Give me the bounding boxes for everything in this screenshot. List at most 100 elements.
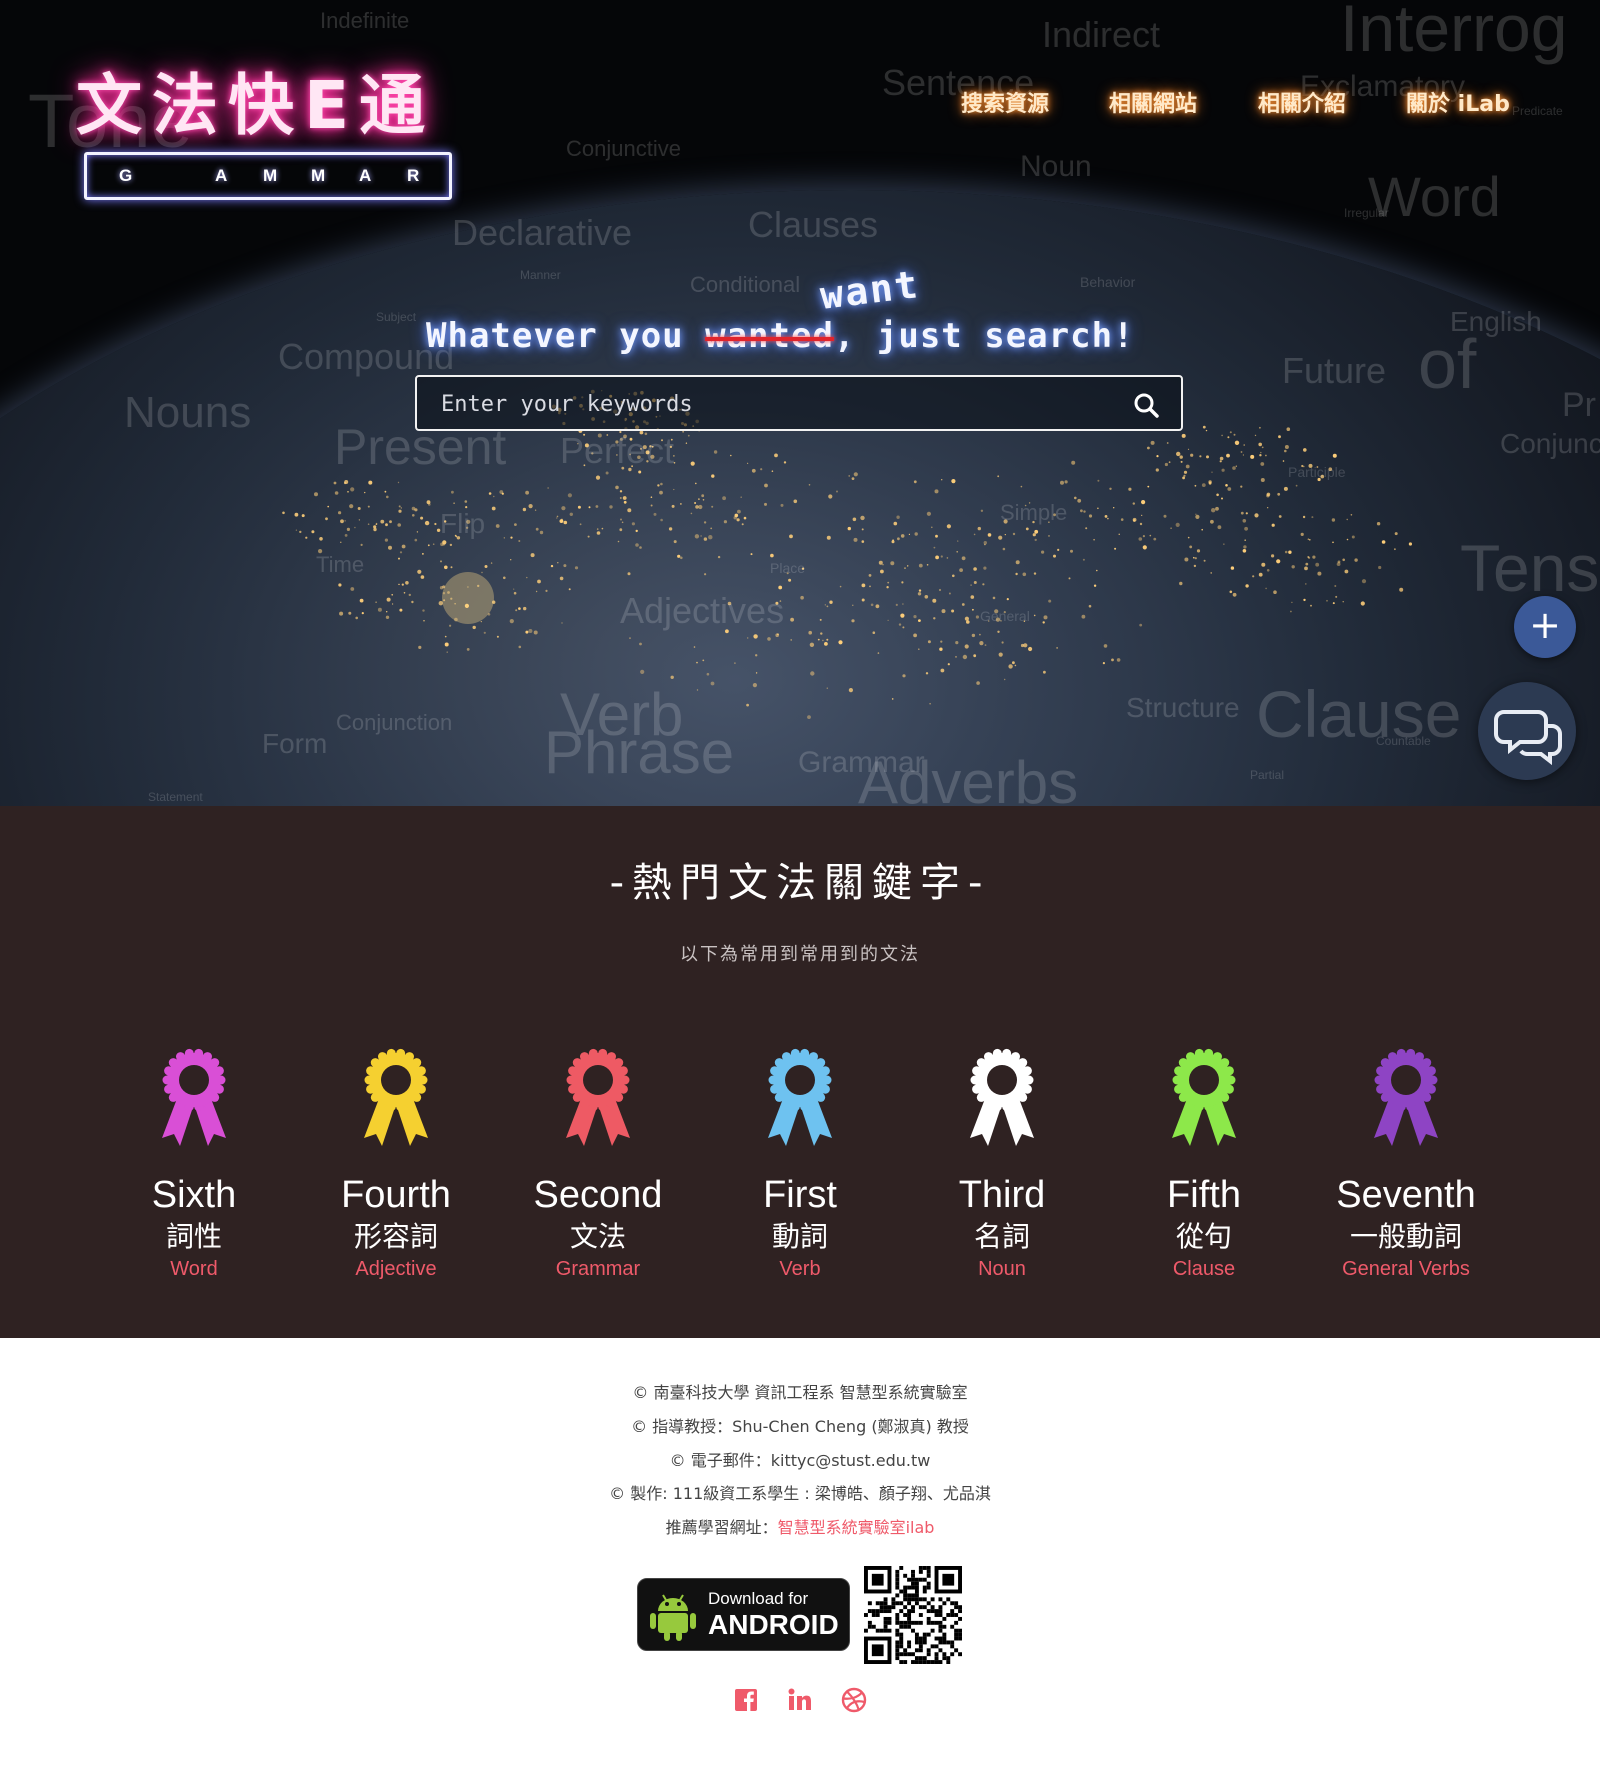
background-word: Conjunc <box>1500 428 1600 459</box>
site-logo-title[interactable]: 文法快E通 <box>76 52 435 148</box>
tagline-struck-word: wanted <box>705 316 834 356</box>
background-word: Phrase <box>544 719 735 786</box>
nav-related-sites[interactable]: 相關網站 <box>1109 86 1197 118</box>
award-ribbon-icon <box>1172 1048 1236 1146</box>
background-word: Place <box>770 560 806 576</box>
background-word: Clauses <box>748 204 879 245</box>
recommend-label: 推薦學習網址： <box>665 1518 778 1537</box>
keyword-rank: Second <box>533 1174 663 1216</box>
background-word: Conjunction <box>336 710 453 735</box>
keyword-item[interactable]: Third 名詞 Noun <box>902 1044 1102 1282</box>
award-ribbon-icon <box>566 1048 630 1146</box>
keyword-chinese: 動詞 <box>771 1220 828 1253</box>
tagline-after: , just search! <box>833 316 1135 356</box>
background-word: Subject <box>376 310 417 324</box>
search-icon[interactable] <box>1133 392 1159 418</box>
keyword-english: Word <box>170 1258 218 1280</box>
background-word: Indefinite <box>320 8 410 33</box>
keyword-item[interactable]: Sixth 詞性 Word <box>94 1044 294 1282</box>
tagline-before: Whatever you <box>426 316 706 356</box>
keyword-chinese: 文法 <box>569 1220 626 1253</box>
footer-authors: © 製作: 111級資工系學生 : 梁博皓、顏子翔、尤品淇 <box>609 1484 991 1503</box>
background-word: General <box>980 608 1030 624</box>
logo-letter: G <box>119 166 133 185</box>
keyword-english: Adjective <box>355 1258 437 1280</box>
background-word: Indirect <box>1042 14 1161 55</box>
keyword-english: General Verbs <box>1342 1258 1470 1280</box>
background-word: Participle <box>1288 464 1346 480</box>
keyword-item[interactable]: Second 文法 Grammar <box>498 1044 698 1282</box>
logo-letter: A <box>215 166 228 185</box>
background-word: Declarative <box>452 212 633 253</box>
keyword-item[interactable]: Seventh 一般動詞 General Verbs <box>1306 1044 1506 1282</box>
background-word: Pr <box>1562 386 1596 424</box>
background-word: Noun <box>1020 150 1092 183</box>
keyword-rank: First <box>763 1174 837 1216</box>
chat-button[interactable] <box>1478 682 1576 780</box>
keyword-item[interactable]: Fourth 形容詞 Adjective <box>296 1044 496 1282</box>
android-download-big: ANDROID <box>708 1609 839 1640</box>
logo-letter: R <box>407 166 420 185</box>
background-word: Conditional <box>690 272 801 297</box>
award-ribbon-icon <box>162 1048 226 1146</box>
section-subtitle: 以下為常用到常用到的文法 <box>680 944 920 965</box>
nav-search-resources[interactable]: 搜索資源 <box>961 86 1049 118</box>
background-word: Adverbs <box>858 749 1079 806</box>
search-bar <box>415 375 1183 431</box>
background-word: Adjectives <box>620 590 785 631</box>
chat-bubbles-icon <box>1494 710 1562 766</box>
keyword-rank: Fifth <box>1167 1174 1241 1216</box>
keyword-rank: Fourth <box>341 1174 451 1216</box>
facebook-icon[interactable] <box>732 1686 760 1714</box>
footer-email: © 電子郵件：kittyc@stust.edu.tw <box>669 1451 931 1470</box>
ilab-link[interactable]: 智慧型系統實驗室ilab <box>778 1518 935 1537</box>
background-word: Form <box>262 728 328 759</box>
background-word: Behavior <box>1080 274 1136 290</box>
dribbble-icon[interactable] <box>840 1686 868 1714</box>
background-word: Interrog <box>1340 0 1568 65</box>
keyword-english: Noun <box>978 1258 1026 1280</box>
keyword-english: Grammar <box>555 1258 641 1280</box>
search-input[interactable] <box>441 387 1121 421</box>
nav-about-ilab[interactable]: 關於 iLab <box>1406 86 1510 118</box>
hero-section: Indefinite Indirect Interrog Tone Sentence Ex… <box>0 0 1600 806</box>
background-word: Structure <box>1126 692 1240 723</box>
section-title: -熱門文法關鍵字- <box>609 860 991 906</box>
qr-code[interactable] <box>864 1566 962 1664</box>
android-icon <box>650 1594 696 1641</box>
footer-advisor: © 指導教授：Shu-Chen Cheng (鄭淑真) 教授 <box>631 1417 969 1436</box>
keyword-item[interactable]: First 動詞 Verb <box>700 1044 900 1282</box>
keyword-item[interactable]: Fifth 從句 Clause <box>1104 1044 1304 1282</box>
keyword-rank: Sixth <box>151 1174 237 1216</box>
award-ribbon-icon <box>1374 1048 1438 1146</box>
nav-related-intro[interactable]: 相關介紹 <box>1258 86 1346 118</box>
tagline: Whatever you wanted, just search! <box>426 316 1135 356</box>
background-word: Manner <box>520 268 561 282</box>
add-button[interactable]: + <box>1514 596 1576 658</box>
background-word: Time <box>316 552 365 577</box>
logo-letter: M <box>311 166 326 185</box>
keyword-chinese: 從句 <box>1175 1220 1232 1253</box>
keyword-rank: Seventh <box>1336 1174 1476 1216</box>
android-download-small: Download for <box>708 1589 809 1608</box>
award-ribbon-icon <box>970 1048 1034 1146</box>
keyword-chinese: 名詞 <box>973 1220 1030 1253</box>
keyword-rank: Third <box>958 1174 1046 1216</box>
background-word: Perfect <box>560 430 675 471</box>
keyword-chinese: 詞性 <box>165 1220 222 1253</box>
keyword-chinese: 一般動詞 <box>1349 1220 1462 1253</box>
background-word: Predicate <box>1512 104 1563 118</box>
award-ribbon-icon <box>768 1048 832 1146</box>
keyword-chinese: 形容詞 <box>353 1220 438 1253</box>
background-word: Future <box>1282 350 1387 391</box>
android-download-button[interactable]: Download for ANDROID <box>637 1578 850 1651</box>
background-word: Simple <box>1000 500 1068 525</box>
background-word: Countable <box>1376 734 1431 748</box>
background-word: Partial <box>1250 768 1285 782</box>
logo-letter: A <box>359 166 372 185</box>
site-logo-subtitle-box: G A M M A R <box>84 152 452 200</box>
background-word: Tens <box>1460 531 1600 605</box>
award-ribbon-icon <box>364 1048 428 1146</box>
keyword-english: Verb <box>779 1258 821 1280</box>
linkedin-icon[interactable] <box>786 1686 814 1714</box>
